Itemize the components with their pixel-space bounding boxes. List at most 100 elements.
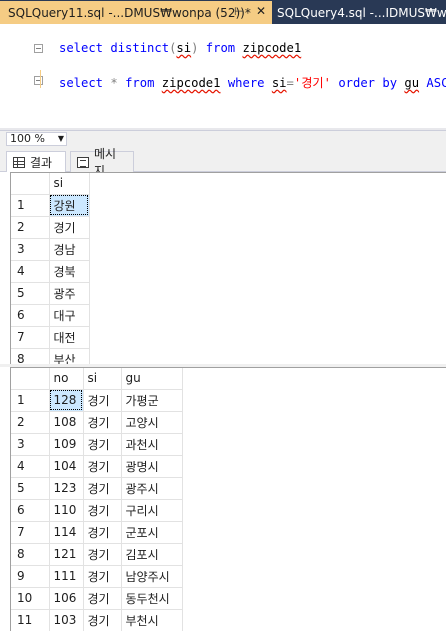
- row-number[interactable]: 6: [11, 499, 50, 522]
- table-cell[interactable]: 경기: [83, 455, 122, 478]
- row-number[interactable]: 7: [11, 326, 50, 349]
- table-cell[interactable]: 강원: [49, 194, 90, 217]
- table-cell[interactable]: 고양시: [121, 411, 183, 434]
- result-grid-2[interactable]: no si gu 1 128 경기 가평군 2 108 경기 고양시 3 109 경기 과천시 4 104…: [10, 367, 446, 631]
- column-header-no[interactable]: no: [49, 368, 84, 390]
- table-row[interactable]: 2 108 경기 고양시: [11, 411, 183, 434]
- editor-margin: [0, 24, 30, 128]
- table-row[interactable]: 3 109 경기 과천시: [11, 433, 183, 456]
- row-number[interactable]: 10: [11, 587, 50, 610]
- table-row[interactable]: 5 123 경기 광주시: [11, 477, 183, 500]
- sql-line-1: select distinct(si) from zipcode1: [59, 41, 302, 55]
- table-cell[interactable]: 과천시: [121, 433, 183, 456]
- row-number[interactable]: 5: [11, 477, 50, 500]
- tab-messages[interactable]: 메시지: [70, 147, 134, 178]
- table-cell[interactable]: 111: [49, 565, 84, 588]
- table-cell[interactable]: 동두천시: [121, 587, 183, 610]
- row-number[interactable]: 7: [11, 521, 50, 544]
- table-cell[interactable]: 경북: [49, 260, 90, 283]
- zoom-select[interactable]: 100 % ▼: [6, 132, 67, 146]
- table-cell[interactable]: 남양주시: [121, 565, 183, 588]
- row-number[interactable]: 9: [11, 565, 50, 588]
- table-row[interactable]: 7 대전: [11, 326, 90, 349]
- table-cell[interactable]: 경기: [83, 499, 122, 522]
- table-cell[interactable]: 109: [49, 433, 84, 456]
- table-cell[interactable]: 경남: [49, 238, 90, 261]
- row-number[interactable]: 1: [11, 389, 50, 412]
- chevron-down-icon[interactable]: ▼: [58, 133, 64, 145]
- table-cell[interactable]: 광주: [49, 282, 90, 305]
- table-row[interactable]: 1 128 경기 가평군: [11, 389, 183, 412]
- row-number[interactable]: 3: [11, 433, 50, 456]
- table-cell[interactable]: 대구: [49, 304, 90, 327]
- table-cell[interactable]: 121: [49, 543, 84, 566]
- tab-sqlquery11[interactable]: SQLQuery11.sql -...DMUS₩wonpa (52))* ⊢ ✕: [0, 1, 272, 24]
- table-cell[interactable]: 경기: [83, 609, 122, 631]
- table-cell[interactable]: 대전: [49, 326, 90, 349]
- table-cell[interactable]: 구리시: [121, 499, 183, 522]
- corner-cell[interactable]: [11, 173, 50, 195]
- table-cell[interactable]: 가평군: [121, 389, 183, 412]
- table-cell[interactable]: 123: [49, 477, 84, 500]
- table-cell[interactable]: 광명시: [121, 455, 183, 478]
- tab-results-label: 결과: [30, 155, 53, 170]
- tab-results[interactable]: 결과: [6, 151, 66, 172]
- table-row[interactable]: 1 강원: [11, 194, 90, 217]
- row-number[interactable]: 6: [11, 304, 50, 327]
- table-cell[interactable]: 128: [49, 389, 84, 412]
- table-row[interactable]: 7 114 경기 군포시: [11, 521, 183, 544]
- table-row[interactable]: 6 대구: [11, 304, 90, 327]
- close-icon[interactable]: ✕: [256, 4, 266, 18]
- table-row[interactable]: 3 경남: [11, 238, 90, 261]
- pin-icon[interactable]: ⊢: [234, 5, 244, 18]
- table-row[interactable]: 9 111 경기 남양주시: [11, 565, 183, 588]
- table-row[interactable]: 4 104 경기 광명시: [11, 455, 183, 478]
- table-row[interactable]: 6 110 경기 구리시: [11, 499, 183, 522]
- table-cell[interactable]: 경기: [83, 389, 122, 412]
- row-number[interactable]: 2: [11, 216, 50, 239]
- result-grid-1[interactable]: si 1 강원 2 경기 3 경남 4 경북 5 광주 6 대구 7 대전 8 부산: [10, 172, 446, 371]
- table-cell[interactable]: 군포시: [121, 521, 183, 544]
- table-cell[interactable]: 김포시: [121, 543, 183, 566]
- row-number[interactable]: 3: [11, 238, 50, 261]
- tab-label: SQLQuery11.sql -...DMUS₩wonpa (52))*: [8, 5, 251, 20]
- table-cell[interactable]: 경기: [83, 543, 122, 566]
- table-row[interactable]: 8 121 경기 김포시: [11, 543, 183, 566]
- row-number[interactable]: 8: [11, 543, 50, 566]
- table-cell[interactable]: 부천시: [121, 609, 183, 631]
- row-number[interactable]: 4: [11, 455, 50, 478]
- table-cell[interactable]: 광주시: [121, 477, 183, 500]
- tab-sqlquery4[interactable]: SQLQuery4.sql -...IDMUS₩wonpa: [277, 1, 446, 24]
- result-table-1: si 1 강원 2 경기 3 경남 4 경북 5 광주 6 대구 7 대전 8 부산: [11, 173, 90, 371]
- row-number[interactable]: 2: [11, 411, 50, 434]
- table-cell[interactable]: 106: [49, 587, 84, 610]
- table-cell[interactable]: 경기: [83, 587, 122, 610]
- table-row[interactable]: 5 광주: [11, 282, 90, 305]
- row-number[interactable]: 4: [11, 260, 50, 283]
- column-header-si[interactable]: si: [83, 368, 122, 390]
- table-cell[interactable]: 경기: [83, 411, 122, 434]
- table-row[interactable]: 2 경기: [11, 216, 90, 239]
- table-cell[interactable]: 경기: [83, 433, 122, 456]
- collapse-marker-icon[interactable]: [34, 76, 43, 85]
- table-cell[interactable]: 104: [49, 455, 84, 478]
- table-cell[interactable]: 103: [49, 609, 84, 631]
- table-row[interactable]: 11 103 경기 부천시: [11, 609, 183, 631]
- row-number[interactable]: 5: [11, 282, 50, 305]
- column-header-si[interactable]: si: [49, 173, 90, 195]
- table-row[interactable]: 10 106 경기 동두천시: [11, 587, 183, 610]
- query-editor[interactable]: select distinct(si) from zipcode1 select…: [0, 24, 446, 128]
- table-cell[interactable]: 114: [49, 521, 84, 544]
- table-cell[interactable]: 경기: [83, 477, 122, 500]
- table-cell[interactable]: 경기: [83, 521, 122, 544]
- table-cell[interactable]: 108: [49, 411, 84, 434]
- table-cell[interactable]: 110: [49, 499, 84, 522]
- table-cell[interactable]: 경기: [83, 565, 122, 588]
- collapse-marker-icon[interactable]: [34, 44, 43, 53]
- column-header-gu[interactable]: gu: [121, 368, 183, 390]
- table-row[interactable]: 4 경북: [11, 260, 90, 283]
- corner-cell[interactable]: [11, 368, 50, 390]
- row-number[interactable]: 11: [11, 609, 50, 631]
- table-cell[interactable]: 경기: [49, 216, 90, 239]
- row-number[interactable]: 1: [11, 194, 50, 217]
